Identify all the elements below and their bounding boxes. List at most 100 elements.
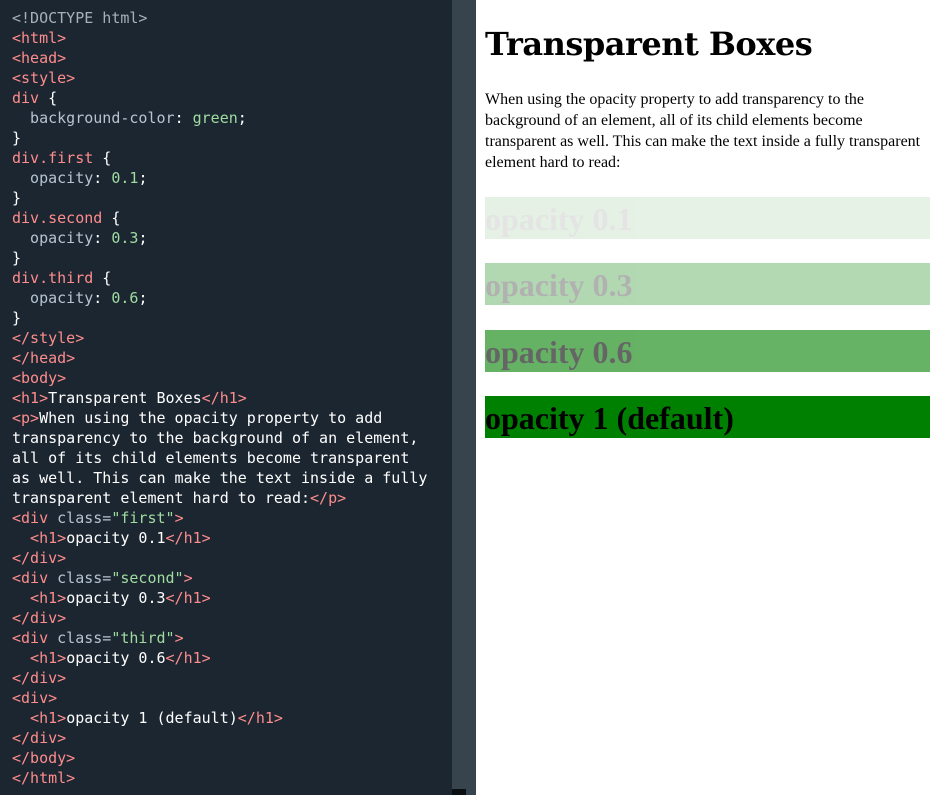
code-line[interactable]: } <box>12 188 427 208</box>
code-token: </h1> <box>237 709 283 727</box>
code-line[interactable]: opacity: 0.6; <box>12 288 427 308</box>
code-token: > <box>174 629 184 647</box>
code-token: Transparent Boxes <box>48 389 202 407</box>
divider-handle[interactable] <box>452 789 466 795</box>
code-line[interactable]: } <box>12 128 427 148</box>
code-line[interactable]: </div> <box>12 728 427 748</box>
code-line[interactable]: <html> <box>12 28 427 48</box>
code-token: opacity 1 (default) <box>66 709 238 727</box>
code-token: > <box>183 569 193 587</box>
code-line[interactable]: </style> <box>12 328 427 348</box>
code-token: <p> <box>12 409 40 427</box>
code-token: <h1> <box>12 709 67 727</box>
code-line[interactable]: all of its child elements become transpa… <box>12 448 427 468</box>
code-token: When using the opacity property to add <box>39 409 383 427</box>
opacity-box-third: opacity 0.6 <box>485 330 930 372</box>
code-token: "first" <box>111 509 175 527</box>
code-token: opacity <box>12 289 94 307</box>
code-line[interactable]: </html> <box>12 768 427 788</box>
pane-divider[interactable] <box>452 0 476 795</box>
code-token: green <box>192 109 238 127</box>
code-token: </h1> <box>165 529 211 547</box>
code-token: </div> <box>12 549 67 567</box>
code-token: <body> <box>12 369 67 387</box>
code-line[interactable]: opacity: 0.1; <box>12 168 427 188</box>
opacity-box-first: opacity 0.1 <box>485 197 930 239</box>
code-token: div.third <box>12 269 94 287</box>
code-token: </div> <box>12 609 67 627</box>
code-token: <!DOCTYPE html> <box>12 9 148 27</box>
code-line[interactable]: } <box>12 308 427 328</box>
code-line[interactable]: </div> <box>12 608 427 628</box>
code-line[interactable]: </head> <box>12 348 427 368</box>
code-line[interactable]: <head> <box>12 48 427 68</box>
code-line[interactable]: <h1>opacity 1 (default)</h1> <box>12 708 427 728</box>
code-token: div.first <box>12 149 94 167</box>
code-line[interactable]: <h1>Transparent Boxes</h1> <box>12 388 427 408</box>
code-token: opacity 0.1 <box>66 529 166 547</box>
opacity-box-label: opacity 0.6 <box>485 334 633 370</box>
code-line[interactable]: <style> <box>12 68 427 88</box>
code-token: "second" <box>111 569 184 587</box>
code-token: class= <box>57 509 112 527</box>
code-token: <h1> <box>12 529 67 547</box>
code-token: </div> <box>12 669 67 687</box>
code-line[interactable]: transparent element hard to read:</p> <box>12 488 427 508</box>
code-token: 0.6 <box>111 289 139 307</box>
code-token: ; <box>138 169 148 187</box>
opacity-box-label: opacity 0.3 <box>485 267 633 303</box>
code-token: ; <box>138 229 148 247</box>
code-token: ; <box>237 109 247 127</box>
code-line[interactable]: div { <box>12 88 427 108</box>
code-line[interactable]: } <box>12 248 427 268</box>
opacity-box-label: opacity 1 (default) <box>485 400 734 436</box>
code-token: </html> <box>12 769 76 787</box>
code-token: 0.3 <box>111 229 139 247</box>
code-line[interactable]: <div class="first"> <box>12 508 427 528</box>
code-line[interactable]: <h1>opacity 0.3</h1> <box>12 588 427 608</box>
code-token: > <box>174 509 184 527</box>
code-line[interactable]: transparency to the background of an ele… <box>12 428 427 448</box>
code-line[interactable]: background-color: green; <box>12 108 427 128</box>
code-token: <h1> <box>12 649 67 667</box>
code-line[interactable]: </div> <box>12 668 427 688</box>
code-line[interactable]: <!DOCTYPE html> <box>12 8 427 28</box>
code-token: opacity 0.6 <box>66 649 166 667</box>
code-token: </h1> <box>165 589 211 607</box>
code-line[interactable]: <div> <box>12 688 427 708</box>
code-line[interactable]: opacity: 0.3; <box>12 228 427 248</box>
code-token: class= <box>57 569 112 587</box>
code-token: <div <box>12 629 58 647</box>
code-token: : <box>93 289 112 307</box>
code-token: : <box>93 169 112 187</box>
result-preview: Transparent Boxes When using the opacity… <box>476 0 937 795</box>
code-token: </div> <box>12 729 67 747</box>
code-token: : <box>93 229 112 247</box>
code-line[interactable]: <h1>opacity 0.1</h1> <box>12 528 427 548</box>
code-line[interactable]: <p>When using the opacity property to ad… <box>12 408 427 428</box>
code-lines[interactable]: <!DOCTYPE html> <html> <head> <style> div { … <box>12 8 427 788</box>
code-token: opacity 0.3 <box>66 589 166 607</box>
code-token: : <box>174 109 193 127</box>
code-line[interactable]: as well. This can make the text inside a… <box>12 468 427 488</box>
code-line[interactable]: <div class="third"> <box>12 628 427 648</box>
code-line[interactable]: div.third { <box>12 268 427 288</box>
code-line[interactable]: </div> <box>12 548 427 568</box>
code-line[interactable]: <h1>opacity 0.6</h1> <box>12 648 427 668</box>
code-line[interactable]: div.first { <box>12 148 427 168</box>
code-editor[interactable]: <!DOCTYPE html> <html> <head> <style> div { … <box>0 0 452 795</box>
code-token: } <box>12 129 22 147</box>
code-token: div.second <box>12 209 103 227</box>
code-line[interactable]: div.second { <box>12 208 427 228</box>
code-token: <style> <box>12 69 76 87</box>
code-token: </style> <box>12 329 85 347</box>
code-token: transparent element hard to read: <box>12 489 311 507</box>
opacity-box-second: opacity 0.3 <box>485 263 930 305</box>
code-token: { <box>102 209 121 227</box>
code-token: <h1> <box>12 589 67 607</box>
code-line[interactable]: </body> <box>12 748 427 768</box>
code-line[interactable]: <body> <box>12 368 427 388</box>
code-token: <html> <box>12 29 67 47</box>
code-token: transparency to the background of an ele… <box>12 429 419 447</box>
code-line[interactable]: <div class="second"> <box>12 568 427 588</box>
